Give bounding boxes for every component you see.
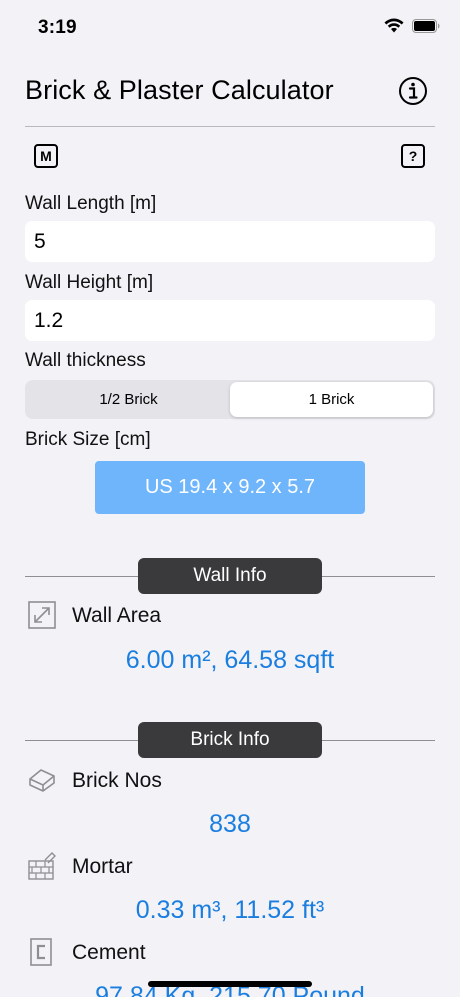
segment-one-brick[interactable]: 1 Brick — [230, 382, 433, 417]
wall-height-label: Wall Height [m] — [25, 272, 154, 293]
cement-label: Cement — [72, 941, 146, 964]
mortar-label: Mortar — [72, 855, 133, 878]
mortar-value: 0.33 m³, 11.52 ft³ — [135, 896, 325, 924]
segment-half-brick[interactable]: 1/2 Brick — [27, 382, 230, 417]
wall-area-value: 6.00 m², 64.58 sqft — [125, 646, 335, 674]
battery-icon — [412, 18, 440, 33]
m-button[interactable]: M — [34, 144, 58, 168]
brick-size-button[interactable]: US 19.4 x 9.2 x 5.7 — [95, 461, 365, 514]
info-icon[interactable] — [398, 76, 428, 106]
wall-thickness-label: Wall thickness — [25, 350, 146, 371]
wall-length-label: Wall Length [m] — [25, 193, 157, 214]
wall-height-input[interactable]: 1.2 — [25, 300, 435, 341]
status-bar: 3:19 — [0, 0, 460, 56]
wall-info-header: Wall Info — [138, 558, 322, 594]
brick-info-header: Brick Info — [138, 722, 322, 758]
mortar-wall-icon — [28, 852, 56, 880]
wall-length-input[interactable]: 5 — [25, 221, 435, 262]
brick-icon — [29, 769, 55, 792]
wall-area-label: Wall Area — [72, 604, 162, 627]
title-divider — [25, 126, 435, 127]
brick-nos-label: Brick Nos — [72, 769, 162, 792]
help-button[interactable]: ? — [401, 144, 425, 168]
cement-icon — [30, 938, 52, 966]
expand-area-icon — [28, 601, 56, 629]
brick-size-label: Brick Size [cm] — [25, 429, 151, 450]
status-icons — [384, 18, 440, 33]
brick-nos-value: 838 — [209, 810, 251, 838]
wifi-icon — [384, 18, 404, 33]
wall-thickness-segmented-control: 1/2 Brick 1 Brick — [25, 380, 435, 419]
status-time: 3:19 — [38, 17, 77, 38]
page-title: Brick & Plaster Calculator — [25, 75, 334, 105]
home-indicator[interactable] — [148, 981, 312, 987]
